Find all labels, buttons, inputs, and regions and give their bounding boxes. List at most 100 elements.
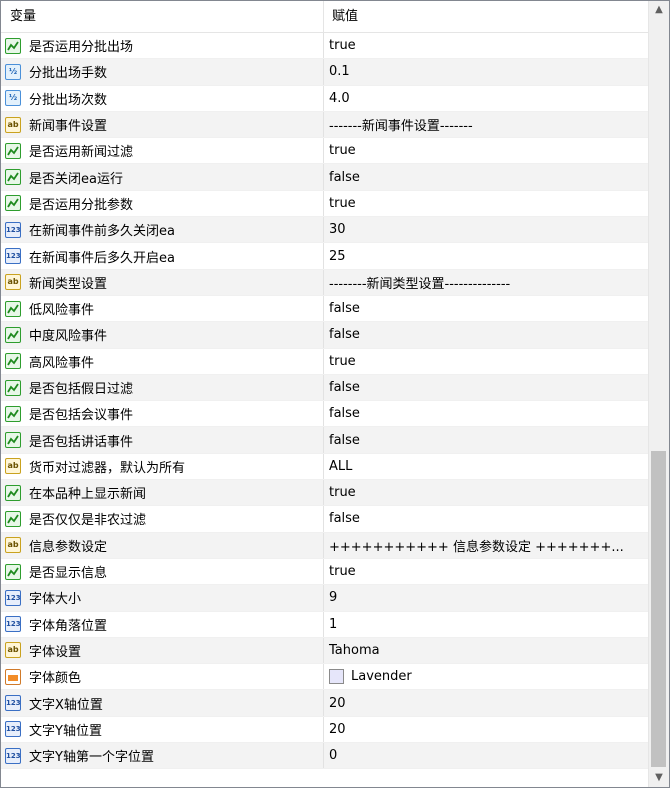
table-row[interactable]: 在本品种上显示新闻 true bbox=[1, 480, 648, 507]
table-row[interactable]: 字体颜色 Lavender bbox=[1, 664, 648, 691]
value-cell[interactable]: true bbox=[324, 480, 648, 505]
table-row[interactable]: 123 在新闻事件后多久开启ea 25 bbox=[1, 243, 648, 270]
variable-cell[interactable]: ½ 分批出场次数 bbox=[1, 86, 323, 111]
variable-cell[interactable]: 123 字体角落位置 bbox=[1, 612, 323, 637]
variable-cell[interactable]: 是否显示信息 bbox=[1, 559, 323, 584]
value-cell[interactable]: 9 bbox=[324, 585, 648, 610]
table-row[interactable]: 中度风险事件 false bbox=[1, 322, 648, 349]
value-cell[interactable]: true bbox=[324, 349, 648, 374]
double-icon: ½ bbox=[5, 90, 21, 107]
value-cell[interactable]: true bbox=[324, 138, 648, 163]
value-cell[interactable]: false bbox=[324, 506, 648, 531]
variable-cell[interactable]: ab 字体设置 bbox=[1, 638, 323, 663]
table-row[interactable]: 是否包括会议事件 false bbox=[1, 401, 648, 428]
value-cell[interactable]: Tahoma bbox=[324, 638, 648, 663]
table-row[interactable]: 低风险事件 false bbox=[1, 295, 648, 323]
table-row[interactable]: 123 字体大小 9 bbox=[1, 585, 648, 612]
value-cell[interactable]: 30 bbox=[324, 217, 648, 242]
string-icon: ab bbox=[5, 537, 21, 554]
table-row[interactable]: 123 在新闻事件前多久关闭ea 30 bbox=[1, 217, 648, 244]
variable-cell[interactable]: 123 文字Y轴第一个字位置 bbox=[1, 743, 323, 768]
variable-cell[interactable]: 是否包括假日过滤 bbox=[1, 375, 323, 400]
column-divider[interactable] bbox=[323, 1, 324, 32]
value-cell[interactable]: false bbox=[324, 164, 648, 189]
value-cell[interactable]: 0.1 bbox=[324, 59, 648, 84]
value-cell[interactable]: +++++++++++ 信息参数设定 +++++++... bbox=[324, 533, 648, 558]
value-cell[interactable]: false bbox=[324, 322, 648, 347]
variable-cell[interactable]: 高风险事件 bbox=[1, 349, 323, 374]
table-row[interactable]: 123 文字X轴位置 20 bbox=[1, 690, 648, 717]
table-row[interactable]: ½ 分批出场手数 0.1 bbox=[1, 59, 648, 86]
table-row[interactable]: 是否运用新闻过滤 true bbox=[1, 138, 648, 165]
table-row[interactable]: 123 字体角落位置 1 bbox=[1, 611, 648, 638]
value-cell[interactable]: true bbox=[324, 33, 648, 58]
table-row[interactable]: ab 货币对过滤器，默认为所有 ALL bbox=[1, 453, 648, 481]
value-text: Tahoma bbox=[329, 642, 380, 658]
value-cell[interactable]: 1 bbox=[324, 612, 648, 637]
value-cell[interactable]: false bbox=[324, 296, 648, 321]
value-cell[interactable]: ALL bbox=[324, 454, 648, 479]
scroll-up-icon[interactable]: ▲ bbox=[649, 1, 669, 19]
table-row[interactable]: ½ 分批出场次数 4.0 bbox=[1, 85, 648, 112]
column-header-value[interactable]: 赋值 bbox=[332, 1, 358, 32]
table-row[interactable]: 123 文字Y轴位置 20 bbox=[1, 716, 648, 744]
table-row[interactable]: 是否仅仅是非农过滤 false bbox=[1, 506, 648, 533]
value-cell[interactable]: 25 bbox=[324, 243, 648, 268]
variable-cell[interactable]: 123 文字X轴位置 bbox=[1, 690, 323, 715]
variable-cell[interactable]: 123 在新闻事件前多久关闭ea bbox=[1, 217, 323, 242]
variable-cell[interactable]: 中度风险事件 bbox=[1, 322, 323, 347]
value-cell[interactable]: 4.0 bbox=[324, 86, 648, 111]
table-row[interactable]: ab 字体设置 Tahoma bbox=[1, 637, 648, 665]
table-row[interactable]: 高风险事件 true bbox=[1, 348, 648, 375]
variable-cell[interactable]: 是否运用新闻过滤 bbox=[1, 138, 323, 163]
table-row[interactable]: 是否显示信息 true bbox=[1, 558, 648, 586]
table-row[interactable]: ab 新闻类型设置 --------新闻类型设置-------------- bbox=[1, 269, 648, 296]
variable-cell[interactable]: 123 文字Y轴位置 bbox=[1, 717, 323, 742]
variable-cell[interactable]: ab 信息参数设定 bbox=[1, 533, 323, 558]
variable-cell[interactable]: ab 新闻事件设置 bbox=[1, 112, 323, 137]
value-text: false bbox=[329, 169, 360, 185]
scrollbar-thumb[interactable] bbox=[651, 451, 666, 767]
variable-cell[interactable]: ab 货币对过滤器，默认为所有 bbox=[1, 454, 323, 479]
table-row[interactable]: ab 新闻事件设置 -------新闻事件设置------- bbox=[1, 111, 648, 139]
variable-cell[interactable]: 是否关闭ea运行 bbox=[1, 164, 323, 189]
table-row[interactable]: 是否运用分批出场 true bbox=[1, 33, 648, 60]
variable-cell[interactable]: 123 字体大小 bbox=[1, 585, 323, 610]
table-row[interactable]: 是否包括假日过滤 false bbox=[1, 374, 648, 402]
value-cell[interactable]: true bbox=[324, 559, 648, 584]
column-header-variable[interactable]: 变量 bbox=[10, 1, 36, 32]
vertical-scrollbar[interactable]: ▲ ▼ bbox=[648, 1, 669, 787]
parameter-rows: 是否运用分批出场 true ½ 分批出场手数 0.1 ½ 分批出场次数 4.0 ab 新闻事件设置… bbox=[1, 33, 648, 770]
value-cell[interactable]: -------新闻事件设置------- bbox=[324, 112, 648, 137]
value-cell[interactable]: --------新闻类型设置-------------- bbox=[324, 270, 648, 295]
variable-cell[interactable]: 低风险事件 bbox=[1, 296, 323, 321]
variable-cell[interactable]: ab 新闻类型设置 bbox=[1, 270, 323, 295]
table-row[interactable]: 123 文字Y轴第一个字位置 0 bbox=[1, 743, 648, 770]
value-cell[interactable]: 20 bbox=[324, 717, 648, 742]
table-row[interactable]: 是否运用分批参数 true bbox=[1, 190, 648, 218]
variable-name: 是否显示信息 bbox=[29, 566, 108, 582]
value-cell[interactable]: true bbox=[324, 191, 648, 216]
variable-cell[interactable]: 字体颜色 bbox=[1, 664, 323, 689]
table-row[interactable]: 是否包括讲话事件 false bbox=[1, 427, 648, 454]
bool-icon bbox=[5, 353, 21, 370]
value-cell[interactable]: Lavender bbox=[324, 664, 648, 689]
value-cell[interactable]: false bbox=[324, 375, 648, 400]
value-cell[interactable]: 0 bbox=[324, 743, 648, 768]
variable-cell[interactable]: 是否包括讲话事件 bbox=[1, 427, 323, 452]
table-row[interactable]: 是否关闭ea运行 false bbox=[1, 164, 648, 191]
variable-cell[interactable]: 是否运用分批参数 bbox=[1, 191, 323, 216]
value-cell[interactable]: 20 bbox=[324, 690, 648, 715]
variable-cell[interactable]: 是否运用分批出场 bbox=[1, 33, 323, 58]
variable-cell[interactable]: 123 在新闻事件后多久开启ea bbox=[1, 243, 323, 268]
color-name: Lavender bbox=[351, 669, 412, 685]
variable-cell[interactable]: 是否包括会议事件 bbox=[1, 401, 323, 426]
variable-cell[interactable]: ½ 分批出场手数 bbox=[1, 59, 323, 84]
color-swatch[interactable] bbox=[329, 669, 344, 685]
variable-cell[interactable]: 是否仅仅是非农过滤 bbox=[1, 506, 323, 531]
table-row[interactable]: ab 信息参数设定 +++++++++++ 信息参数设定 +++++++... bbox=[1, 532, 648, 559]
value-cell[interactable]: false bbox=[324, 427, 648, 452]
scroll-down-icon[interactable]: ▼ bbox=[649, 769, 669, 787]
variable-cell[interactable]: 在本品种上显示新闻 bbox=[1, 480, 323, 505]
value-cell[interactable]: false bbox=[324, 401, 648, 426]
